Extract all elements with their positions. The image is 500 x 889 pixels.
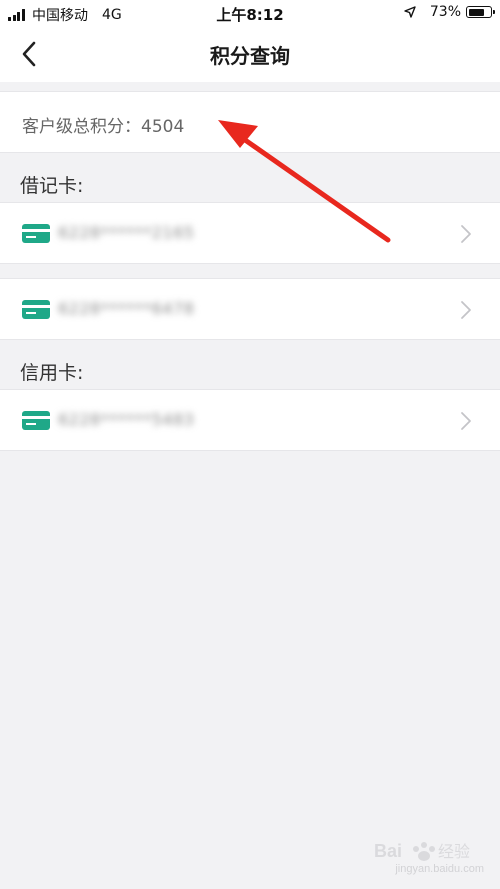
- total-points-row: 客户级总积分：4504: [0, 91, 500, 153]
- battery-icon: [466, 6, 495, 18]
- debit-section-label: 借记卡:: [20, 175, 84, 197]
- paw-logo-icon: Bai 经验: [374, 841, 470, 861]
- credit-section-label: 信用卡:: [20, 362, 84, 384]
- chevron-right-icon: [461, 301, 471, 319]
- svg-text:Bai: Bai: [374, 841, 402, 861]
- bank-card-icon: [22, 224, 50, 243]
- battery-percent: 73%: [429, 4, 461, 20]
- bank-card-icon: [22, 411, 50, 430]
- status-bar: 中国移动 4G 上午8:12 73%: [0, 0, 500, 26]
- watermark-text: jingyan.baidu.com: [395, 863, 484, 875]
- chevron-right-icon: [461, 225, 471, 243]
- bank-card-icon: [22, 300, 50, 319]
- status-right: 73%: [404, 4, 495, 20]
- page-title: 积分查询: [210, 44, 290, 68]
- location-arrow-icon: [404, 6, 416, 18]
- card-row[interactable]: 6228******6478: [0, 278, 500, 340]
- total-points-text: 客户级总积分：4504: [22, 117, 185, 137]
- card-number: 6228******5483: [58, 410, 195, 429]
- battery-fill: [468, 8, 484, 16]
- card-row[interactable]: 6228******5483: [0, 389, 500, 451]
- nav-bar: 积分查询: [0, 26, 500, 82]
- card-number: 6228******6478: [58, 299, 195, 318]
- card-number: 6228******2165: [58, 223, 195, 242]
- chevron-right-icon: [461, 412, 471, 430]
- card-row[interactable]: 6228******2165: [0, 202, 500, 264]
- svg-text:经验: 经验: [438, 843, 470, 861]
- baidu-jingyan-watermark: Bai 经验 jingyan.baidu.com: [344, 839, 484, 875]
